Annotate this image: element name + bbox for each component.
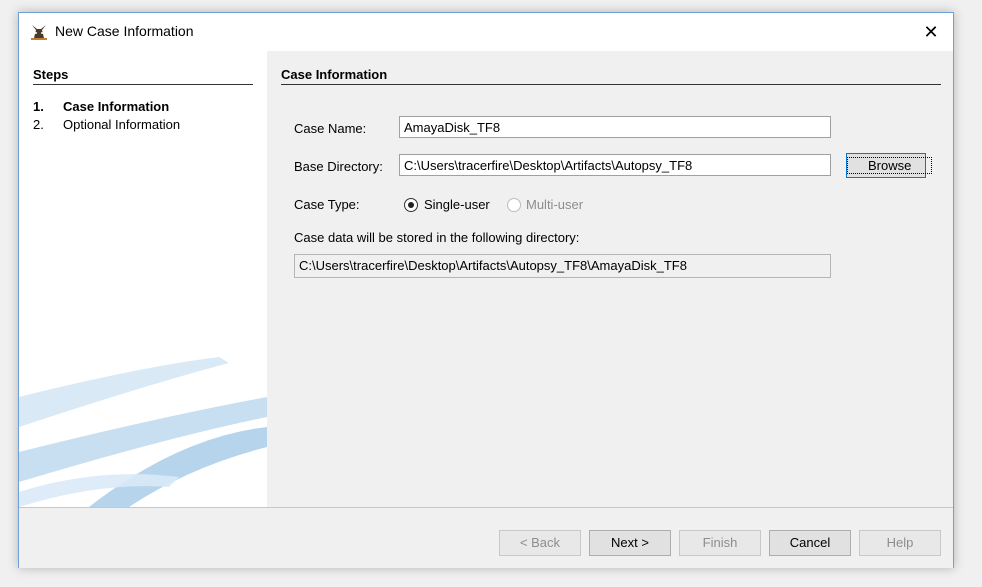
case-name-label: Case Name:	[294, 121, 367, 136]
steps-heading: Steps	[33, 67, 253, 85]
help-button[interactable]: Help	[859, 530, 941, 556]
new-case-dialog: New Case Information ✕ Steps 1. Case Info…	[18, 12, 954, 568]
base-directory-input[interactable]: C:\Users\tracerfire\Desktop\Artifacts\Au…	[399, 154, 831, 176]
window-title: New Case Information	[55, 23, 194, 39]
browse-button[interactable]: Browse	[846, 153, 933, 178]
steps-panel: Steps 1. Case Information 2. Optional Info…	[19, 51, 267, 507]
storage-directory-field: C:\Users\tracerfire\Desktop\Artifacts\Au…	[294, 254, 831, 278]
multi-user-label[interactable]: Multi-user	[526, 197, 583, 212]
cancel-button[interactable]: Cancel	[769, 530, 851, 556]
step-optional-information: 2. Optional Information	[33, 117, 181, 132]
case-type-label: Case Type:	[294, 197, 360, 212]
finish-button[interactable]: Finish	[679, 530, 761, 556]
close-icon[interactable]: ✕	[909, 13, 953, 51]
base-directory-label: Base Directory:	[294, 159, 383, 174]
storage-directory-label: Case data will be stored in the followin…	[294, 230, 580, 245]
panel-heading: Case Information	[281, 67, 941, 85]
next-button[interactable]: Next >	[589, 530, 671, 556]
single-user-label[interactable]: Single-user	[424, 197, 490, 212]
autopsy-dog-icon	[31, 25, 47, 40]
case-name-input[interactable]: AmayaDisk_TF8	[399, 116, 831, 138]
back-button[interactable]: < Back	[499, 530, 581, 556]
title-bar: New Case Information ✕	[19, 13, 953, 51]
button-bar: < Back Next > Finish Cancel Help	[19, 507, 953, 568]
single-user-radio[interactable]	[404, 198, 418, 212]
step-case-information: 1. Case Information	[33, 99, 170, 114]
multi-user-radio[interactable]	[507, 198, 521, 212]
decorative-swoosh	[19, 357, 267, 507]
case-information-panel: Case Information Case Name: AmayaDisk_TF…	[267, 51, 953, 507]
